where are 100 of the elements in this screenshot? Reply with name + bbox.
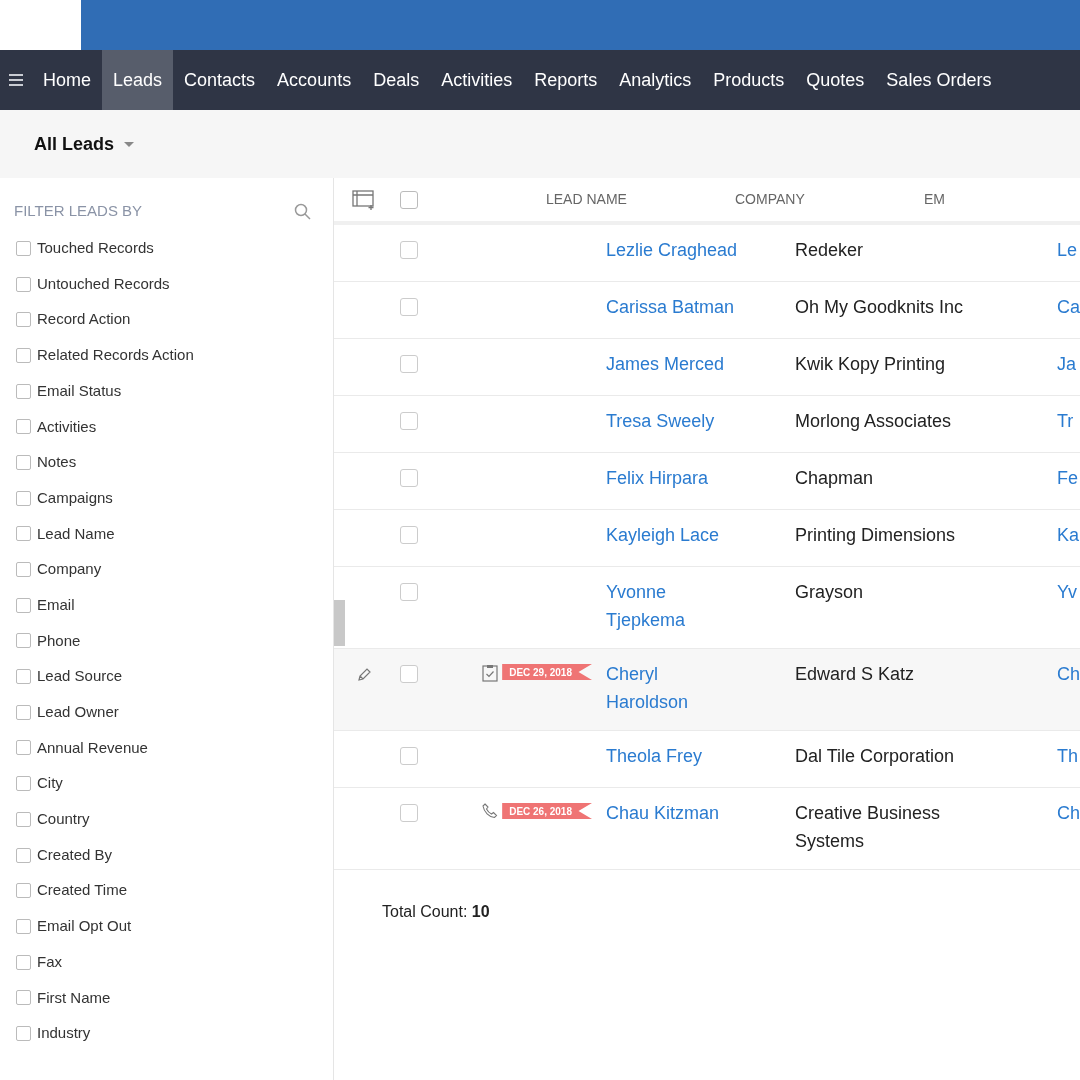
phone-icon[interactable] <box>482 803 499 819</box>
filter-checkbox[interactable] <box>16 633 31 649</box>
filter-checkbox[interactable] <box>16 847 31 863</box>
select-all-checkbox[interactable] <box>400 190 418 209</box>
lead-name-link[interactable]: Felix Hirpara <box>606 464 795 492</box>
row-checkbox[interactable] <box>400 469 418 487</box>
row-checkbox[interactable] <box>400 355 418 373</box>
table-cell-text: Dal Tile Corporation <box>795 745 956 768</box>
lead-name-link[interactable]: Carissa Batman <box>606 293 795 321</box>
date-tag: DEC 26, 2018 <box>502 803 592 819</box>
filter-label: Email Opt Out <box>37 916 132 937</box>
lead-name-link[interactable]: Cheryl Haroldson <box>606 660 795 716</box>
view-selector[interactable]: All Leads <box>34 130 135 158</box>
column-header[interactable]: COMPANY <box>735 189 924 210</box>
filter-checkbox[interactable] <box>16 312 31 328</box>
nav-tab[interactable]: Contacts <box>173 50 267 110</box>
filter-label: Touched Records <box>37 238 154 259</box>
email-link[interactable]: Ch <box>1057 660 1080 688</box>
sidebar-title: FILTER LEADS BY <box>14 201 143 221</box>
filter-checkbox[interactable] <box>16 740 31 756</box>
filter-checkbox[interactable] <box>16 490 31 506</box>
nav-tab[interactable]: Analytics <box>608 50 703 110</box>
lead-name-link[interactable]: Kayleigh Lace <box>606 521 795 549</box>
nav-tab[interactable]: Leads <box>102 50 174 110</box>
filter-label: Created Time <box>37 880 128 901</box>
filter-label: Country <box>37 809 90 830</box>
filter-checkbox[interactable] <box>16 883 31 899</box>
filter-label: Industry <box>37 1023 91 1044</box>
row-checkbox[interactable] <box>400 804 418 822</box>
search-icon[interactable] <box>294 202 311 220</box>
nav-tab[interactable]: Accounts <box>266 50 363 110</box>
lead-name-link[interactable]: Yvonne Tjepkema <box>606 578 795 634</box>
filter-checkbox[interactable] <box>16 990 31 1006</box>
nav-tab[interactable]: Reports <box>523 50 609 110</box>
clipboard-check-icon[interactable] <box>482 664 499 682</box>
nav-tab[interactable]: Quotes <box>795 50 876 110</box>
collapse-handle[interactable] <box>334 600 345 646</box>
filter-checkbox[interactable] <box>16 669 31 685</box>
filter-label: Email Status <box>37 380 122 401</box>
email-link[interactable]: Fe <box>1057 464 1078 492</box>
filter-label: Campaigns <box>37 487 113 508</box>
filter-checkbox[interactable] <box>16 240 31 256</box>
email-link[interactable]: Ca <box>1057 293 1080 321</box>
filter-checkbox[interactable] <box>16 704 31 720</box>
filter-checkbox[interactable] <box>16 776 31 792</box>
filter-checkbox[interactable] <box>16 1025 31 1041</box>
lead-name-link[interactable]: James Merced <box>606 350 795 378</box>
table-cell-text: Grayson <box>795 581 864 604</box>
filter-checkbox[interactable] <box>16 562 31 578</box>
nav-tab[interactable]: Deals <box>362 50 431 110</box>
filter-checkbox[interactable] <box>16 954 31 970</box>
email-link[interactable]: Th <box>1057 742 1078 770</box>
filter-label: Lead Source <box>37 666 123 687</box>
filter-label: Related Records Action <box>37 345 194 366</box>
column-settings-icon[interactable] <box>352 189 376 210</box>
nav-tab[interactable]: Home <box>32 50 102 110</box>
row-checkbox[interactable] <box>400 665 418 683</box>
filter-checkbox[interactable] <box>16 454 31 470</box>
email-link[interactable]: Le <box>1057 236 1077 264</box>
nav-tab[interactable]: Activities <box>430 50 524 110</box>
row-checkbox[interactable] <box>400 412 418 430</box>
table-cell-text: Printing Dimensions <box>795 524 957 547</box>
column-header[interactable]: LEAD NAME <box>546 189 735 210</box>
filter-checkbox[interactable] <box>16 383 31 399</box>
filter-label: First Name <box>37 987 111 1008</box>
table-cell-text: Creative Business Systems <box>795 802 942 853</box>
filter-label: Company <box>37 559 102 580</box>
lead-name-link[interactable]: Chau Kitzman <box>606 799 795 827</box>
filter-checkbox[interactable] <box>16 597 31 613</box>
nav-tab[interactable]: Products <box>702 50 796 110</box>
table-cell-text: Chapman <box>795 467 875 490</box>
filter-label: Untouched Records <box>37 273 170 294</box>
filter-checkbox[interactable] <box>16 526 31 542</box>
nav-tab[interactable]: Sales Orders <box>875 50 1003 110</box>
filter-label: City <box>37 773 63 794</box>
row-checkbox[interactable] <box>400 298 418 316</box>
lead-name-link[interactable]: Tresa Sweely <box>606 407 795 435</box>
email-link[interactable]: Ch <box>1057 799 1080 827</box>
pencil-icon[interactable] <box>356 667 372 683</box>
row-checkbox[interactable] <box>400 241 418 259</box>
filter-checkbox[interactable] <box>16 918 31 934</box>
filter-checkbox[interactable] <box>16 811 31 827</box>
filter-label: Record Action <box>37 309 131 330</box>
table-cell-text: Edward S Katz <box>795 663 916 686</box>
email-link[interactable]: Tr <box>1057 407 1074 435</box>
row-checkbox[interactable] <box>400 747 418 765</box>
filter-checkbox[interactable] <box>16 419 31 435</box>
table-cell-text: Redeker <box>795 239 865 262</box>
filter-label: Annual Revenue <box>37 737 148 758</box>
column-header[interactable]: EM <box>924 189 1080 210</box>
lead-name-link[interactable]: Lezlie Craghead <box>606 236 795 264</box>
filter-checkbox[interactable] <box>16 347 31 363</box>
email-link[interactable]: Ka <box>1057 521 1079 549</box>
lead-name-link[interactable]: Theola Frey <box>606 742 795 770</box>
total-count: Total Count: 10 <box>382 903 490 920</box>
row-checkbox[interactable] <box>400 526 418 544</box>
row-checkbox[interactable] <box>400 583 418 601</box>
email-link[interactable]: Yv <box>1057 578 1077 606</box>
filter-checkbox[interactable] <box>16 276 31 292</box>
email-link[interactable]: Ja <box>1057 350 1076 378</box>
